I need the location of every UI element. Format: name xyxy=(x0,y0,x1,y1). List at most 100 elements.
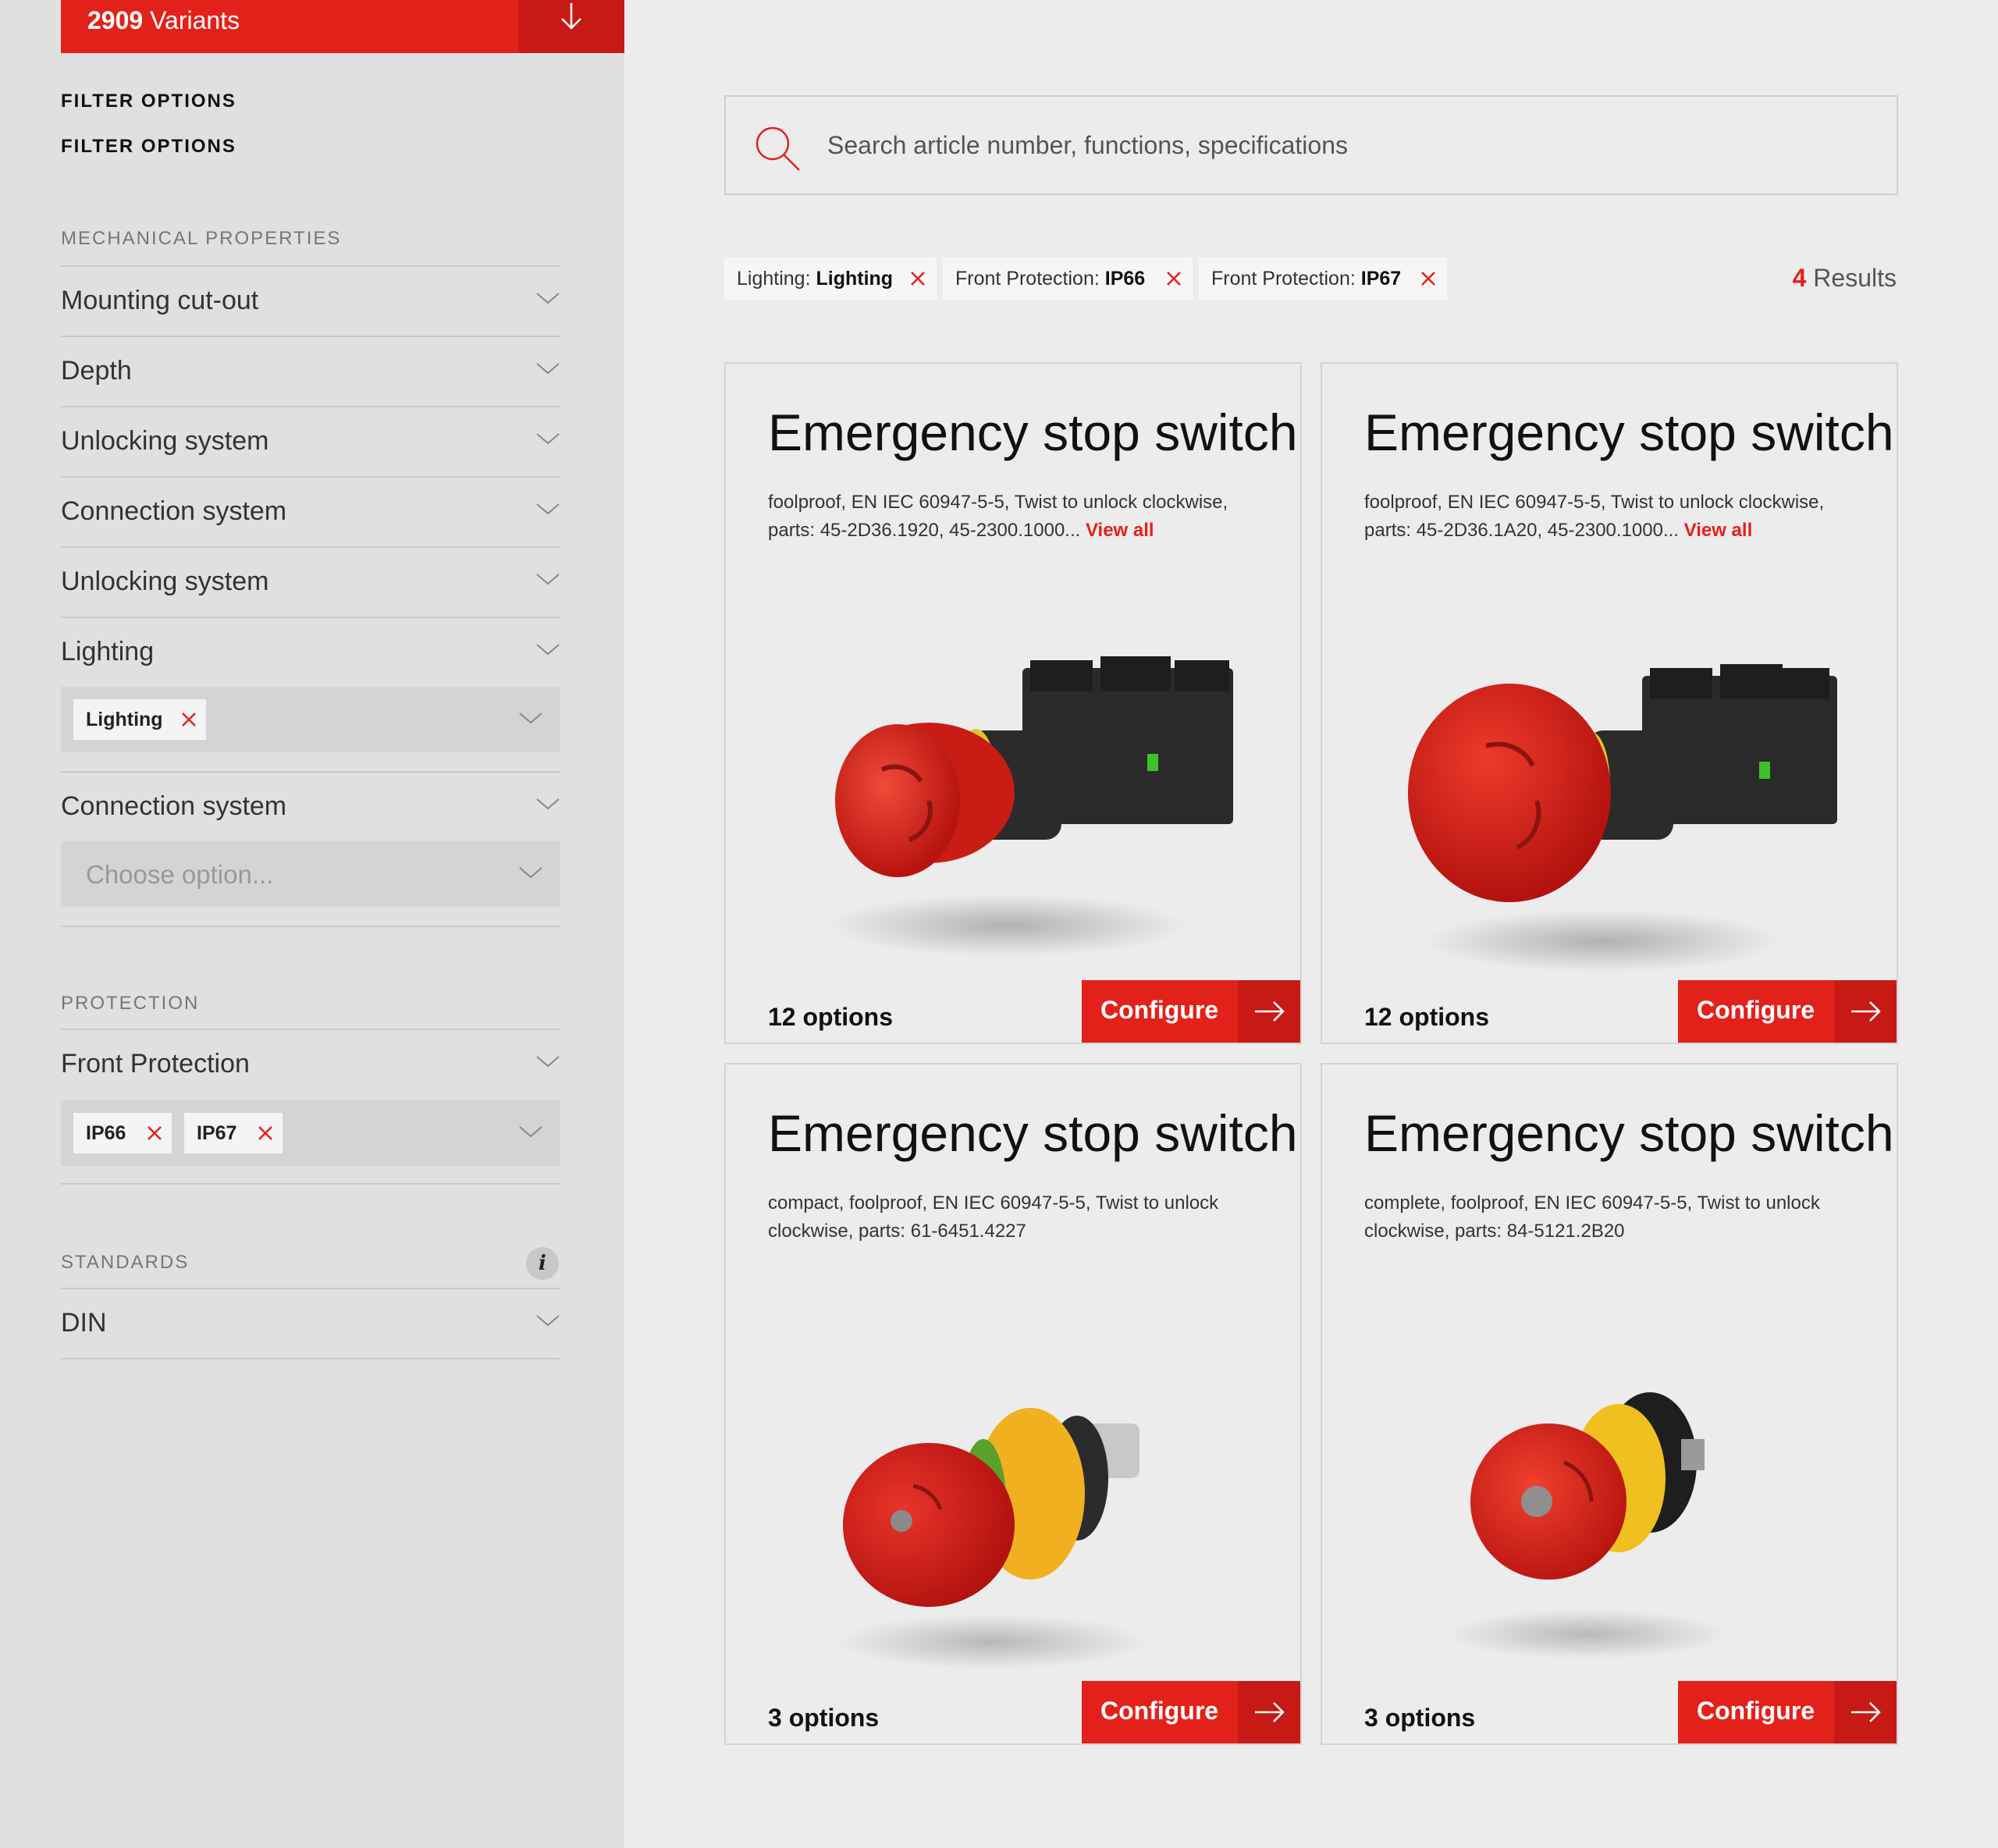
search-box[interactable] xyxy=(724,95,1898,195)
options-count: 3 options xyxy=(1364,1704,1476,1732)
arrow-right-icon xyxy=(1238,980,1300,1043)
configure-button[interactable]: Configure xyxy=(1678,980,1897,1043)
filter-label: Unlocking system xyxy=(61,567,269,596)
configure-label: Configure xyxy=(1697,996,1815,1024)
tag-value: Lighting xyxy=(816,268,894,290)
product-description: complete, foolproof, EN IEC 60947-5-5, T… xyxy=(1364,1189,1864,1246)
front-protection-select[interactable]: IP66 IP67 xyxy=(61,1100,560,1166)
chevron-down-icon xyxy=(536,1315,560,1327)
options-count: 12 options xyxy=(768,1003,894,1031)
arrow-right-icon xyxy=(1238,1681,1300,1743)
filter-connection-system[interactable]: Connection system xyxy=(61,773,560,841)
results-number: 4 xyxy=(1792,264,1807,292)
filter-label: Connection system xyxy=(61,496,287,526)
divider xyxy=(61,926,560,927)
tag-text: Front Protection: IP66 xyxy=(955,268,1145,290)
select-placeholder: Choose option... xyxy=(86,860,274,889)
product-card[interactable]: Emergency stop switch foolproof, EN IEC … xyxy=(1321,362,1898,1044)
arrow-right-icon xyxy=(1834,980,1897,1043)
filter-connection-system[interactable]: Connection system xyxy=(61,478,560,546)
active-filter-tag: Front Protection: IP66 xyxy=(943,258,1193,300)
search-input[interactable] xyxy=(827,120,1842,170)
chevron-down-icon xyxy=(536,798,560,810)
configure-label: Configure xyxy=(1100,996,1219,1024)
info-icon[interactable]: i xyxy=(526,1247,559,1280)
tag-text: Front Protection: IP67 xyxy=(1211,268,1401,290)
filter-options-heading: FILTER OPTIONS xyxy=(61,91,236,112)
variants-bar[interactable]: 2909 Variants xyxy=(61,0,624,53)
arrow-down-icon[interactable] xyxy=(518,0,624,53)
filter-label: Depth xyxy=(61,356,132,386)
filter-front-protection[interactable]: Front Protection xyxy=(61,1030,560,1099)
product-description: foolproof, EN IEC 60947-5-5, Twist to un… xyxy=(768,489,1267,545)
product-card[interactable]: Emergency stop switch complete, foolproo… xyxy=(1321,1063,1898,1745)
chevron-down-icon xyxy=(536,644,560,656)
product-card[interactable]: Emergency stop switch compact, foolproof… xyxy=(724,1063,1302,1745)
filter-mounting-cutout[interactable]: Mounting cut-out xyxy=(61,267,560,336)
connection-select[interactable]: Choose option... xyxy=(61,841,560,907)
filter-din[interactable]: DIN xyxy=(61,1289,560,1358)
chevron-down-icon xyxy=(536,433,560,445)
filter-unlocking-system[interactable]: Unlocking system xyxy=(61,548,560,617)
results-label: Results xyxy=(1813,264,1897,292)
configure-button[interactable]: Configure xyxy=(1082,980,1300,1043)
view-all-link[interactable]: View all xyxy=(1684,520,1753,541)
arrow-right-icon xyxy=(1834,1681,1897,1743)
close-icon[interactable] xyxy=(145,1124,164,1143)
chip-label: Lighting xyxy=(86,709,163,730)
configure-label: Configure xyxy=(1697,1697,1815,1725)
product-description: compact, foolproof, EN IEC 60947-5-5, Tw… xyxy=(768,1189,1267,1246)
options-count: 3 options xyxy=(768,1704,880,1732)
close-icon[interactable] xyxy=(1164,269,1183,288)
configure-button[interactable]: Configure xyxy=(1678,1681,1897,1743)
filter-lighting[interactable]: Lighting xyxy=(61,618,560,687)
view-all-link[interactable]: View all xyxy=(1086,520,1154,541)
tag-key: Front Protection: xyxy=(1211,268,1356,290)
close-icon[interactable] xyxy=(908,269,927,288)
filter-label: Lighting xyxy=(61,637,155,666)
lighting-select[interactable]: Lighting xyxy=(61,687,560,752)
options-count: 12 options xyxy=(1364,1003,1490,1031)
chip-label: IP66 xyxy=(86,1122,126,1144)
chevron-down-icon xyxy=(519,1126,542,1138)
tag-text: Lighting: Lighting xyxy=(737,268,893,290)
product-title: Emergency stop switch xyxy=(1364,1104,1894,1162)
close-icon[interactable] xyxy=(180,710,198,729)
configure-button[interactable]: Configure xyxy=(1082,1681,1300,1743)
tag-key: Front Protection: xyxy=(955,268,1100,290)
emergency-stop-switch-image xyxy=(1408,664,1837,972)
selected-chip-lighting: Lighting xyxy=(73,699,206,740)
product-description: foolproof, EN IEC 60947-5-5, Twist to un… xyxy=(1364,489,1864,545)
variants-count: 2909 xyxy=(87,6,144,34)
description-text: foolproof, EN IEC 60947-5-5, Twist to un… xyxy=(768,492,1228,541)
product-card[interactable]: Emergency stop switch foolproof, EN IEC … xyxy=(724,362,1302,1044)
chevron-down-icon xyxy=(536,293,560,304)
filter-label: Unlocking system xyxy=(61,426,269,456)
section-protection: PROTECTION xyxy=(61,993,200,1014)
filter-depth[interactable]: Depth xyxy=(61,337,560,406)
product-title: Emergency stop switch xyxy=(768,403,1298,461)
results-count: 4 Results xyxy=(1793,264,1897,293)
filter-label: Connection system xyxy=(61,791,287,821)
filter-unlocking-system[interactable]: Unlocking system xyxy=(61,407,560,476)
chevron-down-icon xyxy=(519,713,542,724)
filter-label: Mounting cut-out xyxy=(61,286,259,315)
close-icon[interactable] xyxy=(1419,269,1438,288)
filter-sidebar: 2909 Variants FILTER OPTIONS FILTER OPTI… xyxy=(0,0,624,1848)
active-filter-tag: Lighting: Lighting xyxy=(724,258,937,300)
product-title: Emergency stop switch xyxy=(768,1104,1298,1162)
chevron-down-icon xyxy=(519,867,542,879)
product-title: Emergency stop switch xyxy=(1364,403,1894,461)
tag-key: Lighting: xyxy=(737,268,811,290)
selected-chip-ip67: IP67 xyxy=(184,1113,283,1153)
emergency-stop-switch-image xyxy=(835,1408,1147,1669)
chevron-down-icon xyxy=(536,363,560,375)
tag-value: IP67 xyxy=(1360,268,1402,290)
selected-chip-ip66: IP66 xyxy=(73,1113,172,1153)
configure-label: Configure xyxy=(1100,1697,1219,1725)
emergency-stop-switch-image xyxy=(827,656,1233,957)
search-icon[interactable] xyxy=(752,123,802,173)
description-text: foolproof, EN IEC 60947-5-5, Twist to un… xyxy=(1364,492,1825,541)
chevron-down-icon xyxy=(536,503,560,515)
close-icon[interactable] xyxy=(256,1124,275,1143)
